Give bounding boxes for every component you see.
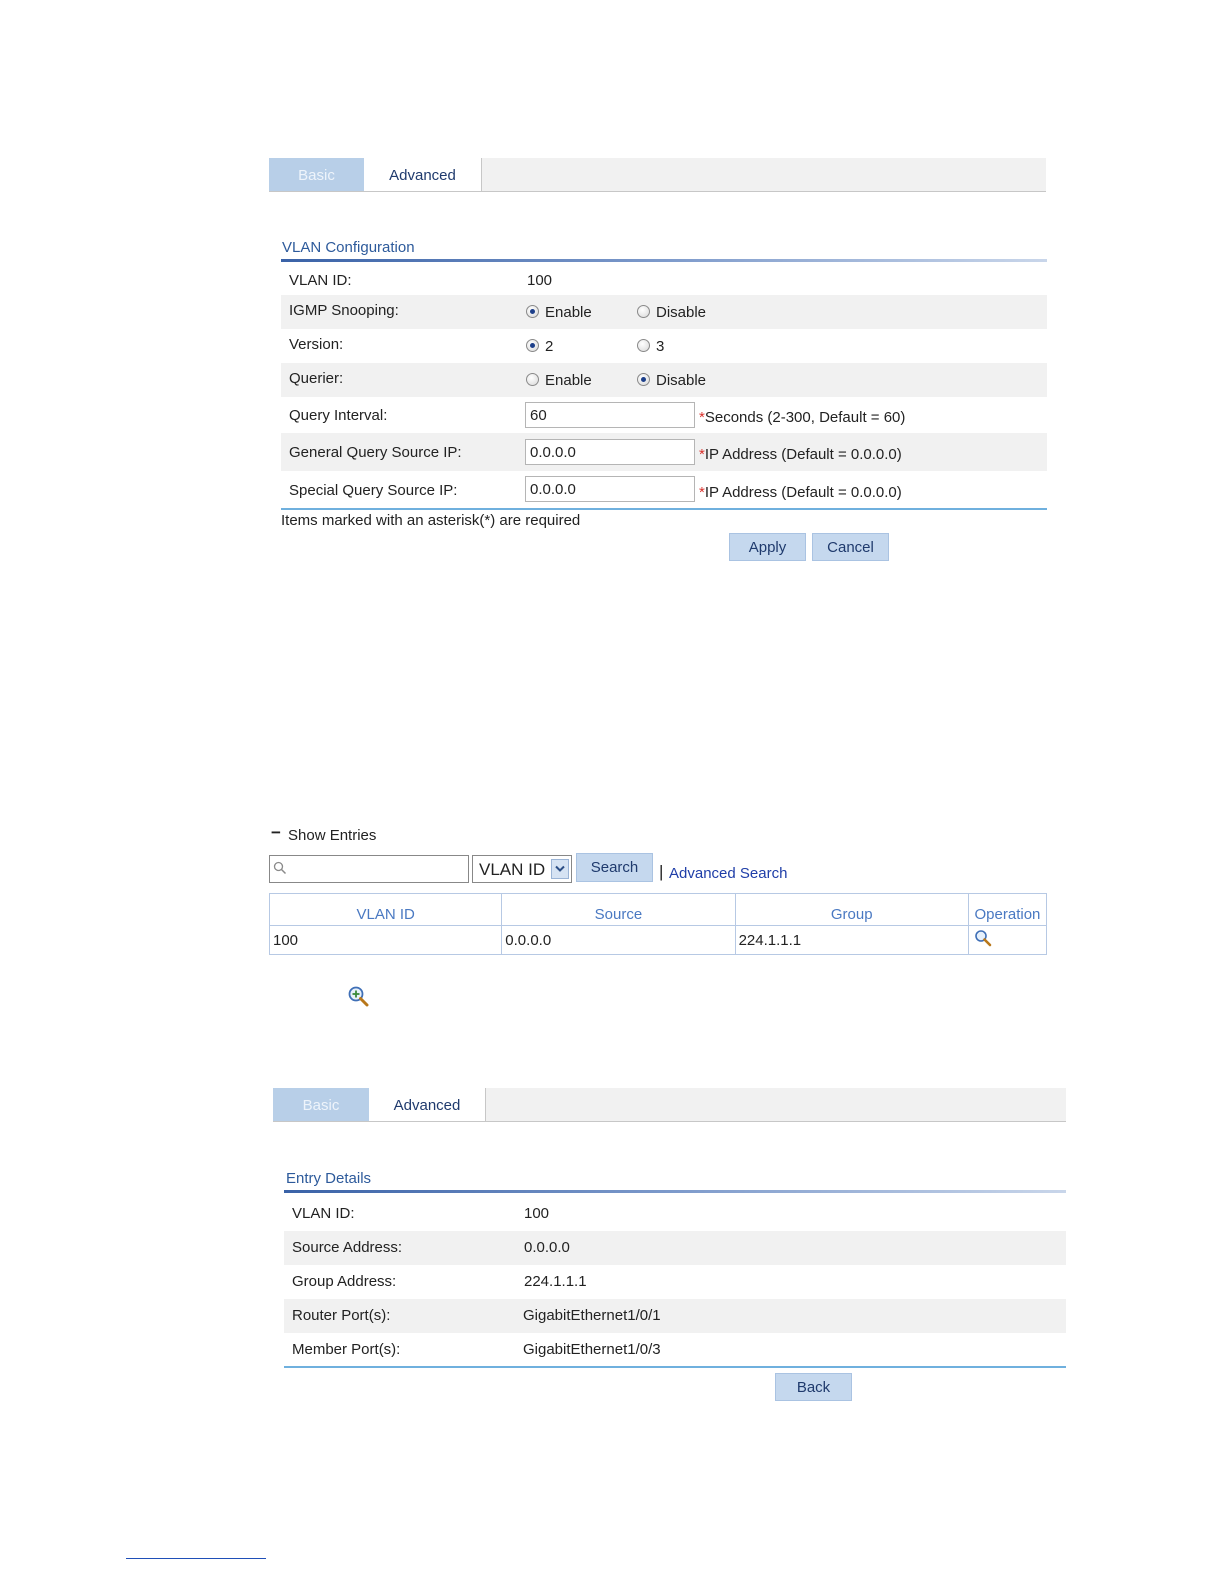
igmp-enable-radio[interactable] xyxy=(526,305,539,318)
footnote-rule xyxy=(126,1558,266,1559)
column-header-vlan-id[interactable]: VLAN ID xyxy=(268,893,503,926)
search-input[interactable] xyxy=(290,858,466,882)
igmp-snooping-label: IGMP Snooping: xyxy=(289,302,399,319)
detail-value: 100 xyxy=(524,1205,550,1222)
search-field[interactable] xyxy=(269,855,469,883)
show-entries-title: Show Entries xyxy=(288,827,377,844)
querier-disable-radio[interactable] xyxy=(637,373,650,386)
tab-bar: Basic Advanced xyxy=(273,1088,1066,1122)
special-query-source-ip-label: Special Query Source IP: xyxy=(289,482,458,499)
section-divider xyxy=(281,259,1047,262)
back-button[interactable]: Back xyxy=(775,1373,852,1401)
special-query-source-ip-input[interactable] xyxy=(525,476,695,502)
igmp-enable-label: Enable xyxy=(545,304,592,321)
required-note: Items marked with an asterisk(*) are req… xyxy=(281,512,581,529)
filter-select[interactable]: VLAN ID xyxy=(472,855,572,883)
querier-disable-label: Disable xyxy=(656,372,707,389)
filter-select-value: VLAN ID xyxy=(479,860,546,879)
row-igmp-snooping: IGMP Snooping: Enable Disable xyxy=(281,295,1047,329)
query-interval-hint: *Seconds (2-300, Default = 60) xyxy=(699,409,905,426)
detail-row: Member Port(s): GigabitEthernet1/0/3 xyxy=(284,1333,1066,1367)
detail-value: 224.1.1.1 xyxy=(524,1273,587,1290)
cell-operation xyxy=(967,925,1048,955)
query-interval-label: Query Interval: xyxy=(289,407,388,424)
search-icon xyxy=(273,861,287,879)
detail-label: Router Port(s): xyxy=(292,1307,391,1324)
column-header-group[interactable]: Group xyxy=(734,893,969,926)
version-2-radio[interactable] xyxy=(526,339,539,352)
tab-advanced[interactable]: Advanced xyxy=(369,1088,486,1121)
row-special-query-source-ip: Special Query Source IP: *IP Address (De… xyxy=(281,471,1047,508)
entries-table: VLAN ID Source Group Operation 100 0.0.0… xyxy=(268,893,1048,955)
version-3-radio[interactable] xyxy=(637,339,650,352)
general-query-source-ip-label: General Query Source IP: xyxy=(289,444,462,461)
column-header-source[interactable]: Source xyxy=(501,893,736,926)
detail-value: GigabitEthernet1/0/3 xyxy=(523,1341,661,1358)
collapse-icon[interactable]: − xyxy=(271,823,281,843)
search-button[interactable]: Search xyxy=(576,853,653,882)
tab-bar: Basic Advanced xyxy=(269,158,1046,192)
advanced-search-link[interactable]: Advanced Search xyxy=(669,865,787,882)
detail-row: VLAN ID: 100 xyxy=(284,1197,1066,1231)
detail-label: Group Address: xyxy=(292,1273,397,1290)
column-header-operation: Operation xyxy=(967,893,1048,926)
detail-value: GigabitEthernet1/0/1 xyxy=(523,1307,661,1324)
general-query-source-ip-hint-text: IP Address (Default = 0.0.0.0) xyxy=(704,446,902,463)
form-bottom-divider xyxy=(281,508,1047,510)
query-interval-hint-text: Seconds (2-300, Default = 60) xyxy=(704,409,906,426)
row-querier: Querier: Enable Disable xyxy=(281,363,1047,397)
section-divider xyxy=(284,1190,1066,1193)
version-3-label: 3 xyxy=(656,338,665,355)
tab-advanced[interactable]: Advanced xyxy=(364,158,482,191)
querier-enable-label: Enable xyxy=(545,372,592,389)
vlan-id-value: 100 xyxy=(527,272,553,289)
row-query-interval: Query Interval: *Seconds (2-300, Default… xyxy=(281,397,1047,433)
detail-label: Source Address: xyxy=(292,1239,403,1256)
igmp-disable-label: Disable xyxy=(656,304,707,321)
cancel-button[interactable]: Cancel xyxy=(812,533,889,561)
version-label: Version: xyxy=(289,336,344,353)
magnifier-icon[interactable] xyxy=(974,929,994,951)
igmp-disable-radio[interactable] xyxy=(637,305,650,318)
special-query-source-ip-hint-text: IP Address (Default = 0.0.0.0) xyxy=(704,484,902,501)
special-query-source-ip-hint: *IP Address (Default = 0.0.0.0) xyxy=(699,484,902,501)
section-title: Entry Details xyxy=(286,1170,372,1187)
detail-label: Member Port(s): xyxy=(292,1341,401,1358)
cell-group: 224.1.1.1 xyxy=(734,925,969,955)
detail-label: VLAN ID: xyxy=(292,1205,355,1222)
tab-basic[interactable]: Basic xyxy=(273,1088,369,1121)
detail-value: 0.0.0.0 xyxy=(524,1239,570,1256)
apply-button[interactable]: Apply xyxy=(729,533,806,561)
version-2-label: 2 xyxy=(545,338,554,355)
table-header-row: VLAN ID Source Group Operation xyxy=(268,893,1048,926)
separator: | xyxy=(659,862,664,881)
cell-vlan-id: 100 xyxy=(268,925,503,955)
detail-row: Source Address: 0.0.0.0 xyxy=(284,1231,1066,1265)
row-vlan-id: VLAN ID: 100 xyxy=(281,263,1047,297)
cell-source: 0.0.0.0 xyxy=(501,925,736,955)
chevron-down-icon xyxy=(551,859,569,879)
table-row: 100 0.0.0.0 224.1.1.1 xyxy=(268,925,1048,955)
zoom-in-magnifier-icon xyxy=(347,985,371,1011)
querier-label: Querier: xyxy=(289,370,344,387)
detail-row: Router Port(s): GigabitEthernet1/0/1 xyxy=(284,1299,1066,1333)
general-query-source-ip-input[interactable] xyxy=(525,439,695,465)
section-title: VLAN Configuration xyxy=(282,239,415,256)
tab-basic[interactable]: Basic xyxy=(269,158,364,191)
vlan-id-label: VLAN ID: xyxy=(289,272,352,289)
query-interval-input[interactable] xyxy=(525,402,695,428)
form-bottom-divider xyxy=(284,1366,1066,1368)
row-version: Version: 2 3 xyxy=(281,329,1047,363)
general-query-source-ip-hint: *IP Address (Default = 0.0.0.0) xyxy=(699,446,902,463)
row-general-query-source-ip: General Query Source IP: *IP Address (De… xyxy=(281,433,1047,471)
detail-row: Group Address: 224.1.1.1 xyxy=(284,1265,1066,1299)
querier-enable-radio[interactable] xyxy=(526,373,539,386)
